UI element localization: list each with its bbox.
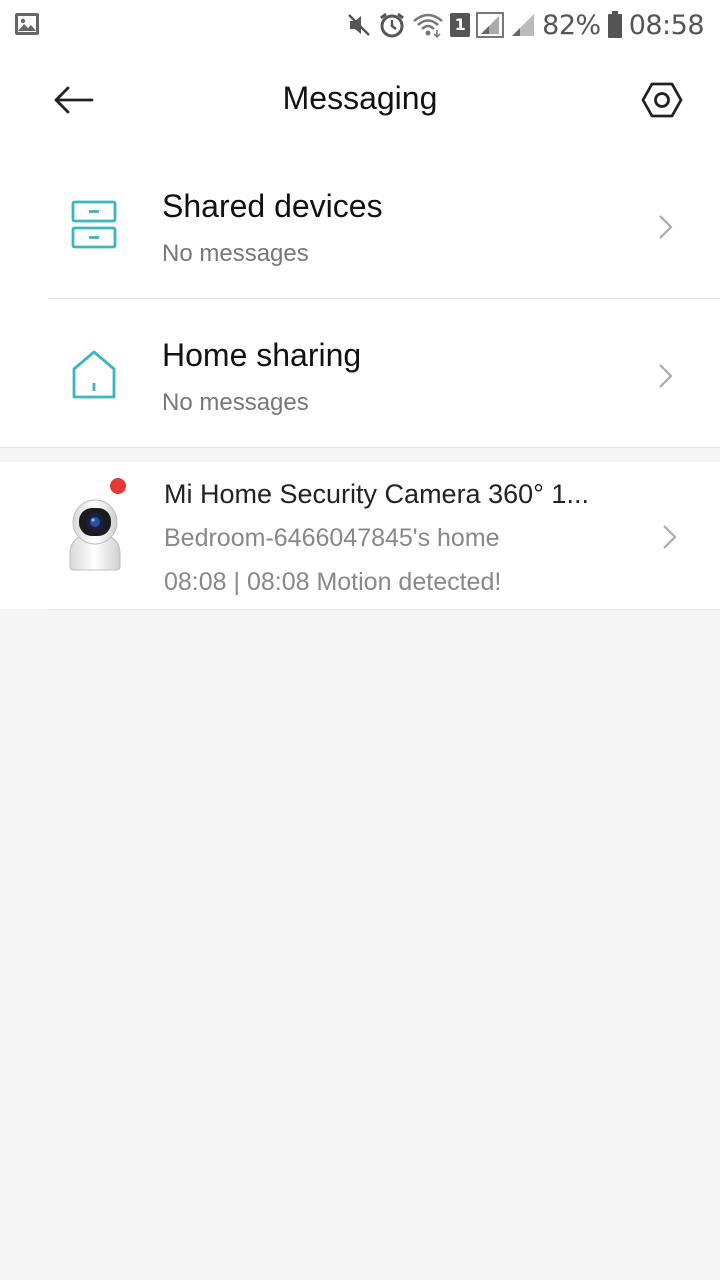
status-bar: 1 82% 08:58 xyxy=(0,0,720,50)
home-icon xyxy=(72,350,116,399)
hexagon-settings-icon xyxy=(641,82,683,118)
header: Messaging xyxy=(0,50,720,150)
battery-icon xyxy=(607,11,622,38)
shared-devices-subtitle: No messages xyxy=(162,240,309,267)
device-name: Mi Home Security Camera 360° 1... xyxy=(164,479,589,509)
clock: 08:58 xyxy=(628,9,705,41)
chevron-right-icon xyxy=(659,364,673,388)
messaging-categories: Shared devices No messages Home sharing … xyxy=(0,150,720,447)
section-divider xyxy=(0,447,720,448)
mute-icon xyxy=(348,14,371,36)
unread-indicator xyxy=(110,478,126,494)
page-title: Messaging xyxy=(282,80,438,116)
signal-icon xyxy=(476,12,505,38)
sim-icon: 1 xyxy=(450,13,471,37)
divider xyxy=(48,609,720,610)
home-sharing-row[interactable]: Home sharing No messages xyxy=(0,299,720,447)
shared-devices-title: Shared devices xyxy=(162,188,383,224)
alarm-icon xyxy=(380,12,405,38)
signal-weak-icon xyxy=(512,14,535,36)
security-camera-icon xyxy=(69,499,121,571)
home-sharing-subtitle: No messages xyxy=(162,389,309,416)
chevron-right-icon xyxy=(659,215,673,239)
chevron-right-icon xyxy=(663,525,677,549)
home-sharing-title: Home sharing xyxy=(162,337,362,373)
settings-button[interactable] xyxy=(636,76,688,124)
shared-devices-row[interactable]: Shared devices No messages xyxy=(0,150,720,298)
device-message-item[interactable]: Mi Home Security Camera 360° 1... Bedroo… xyxy=(0,462,720,609)
battery-percent: 82% xyxy=(542,9,601,41)
shared-devices-icon xyxy=(71,200,117,249)
device-event: 08:08 | 08:08 Motion detected! xyxy=(164,568,502,596)
wifi-icon xyxy=(413,13,443,38)
device-home: Bedroom-6466047845's home xyxy=(164,524,500,552)
gallery-icon xyxy=(15,13,39,35)
